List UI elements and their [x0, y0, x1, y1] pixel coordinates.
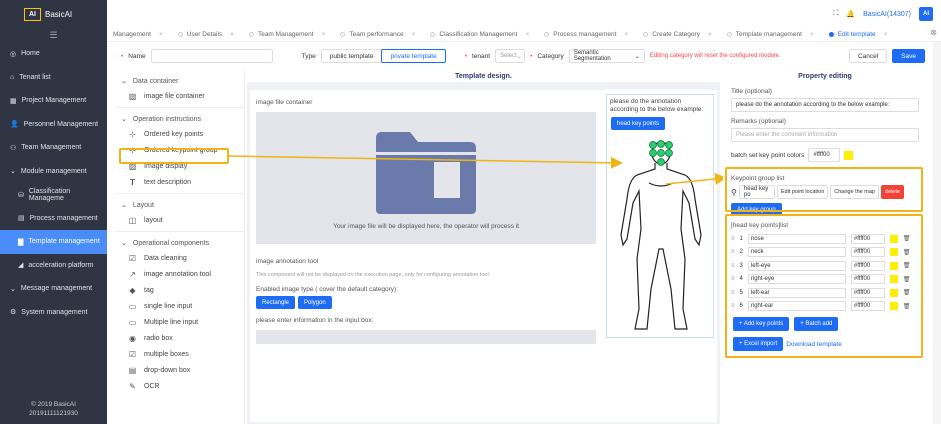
arrow-to-props [665, 172, 727, 185]
props-title: Property editing [723, 70, 927, 82]
page-scrollbar[interactable] [933, 42, 941, 424]
close-tabs-icon[interactable]: ⊗ [930, 28, 937, 37]
highlight-keypoint-group-list [725, 167, 923, 212]
title-input[interactable]: please do the annotation according to th… [731, 98, 919, 112]
title-field-label: Title (optional) [731, 88, 772, 95]
batch-color-label: batch set key point colors [731, 151, 805, 159]
batch-color-input[interactable]: #ffff00 [808, 148, 841, 162]
highlight-keypoint-list [725, 214, 923, 358]
remarks-field-label: Remarks (optional) [731, 118, 786, 125]
remarks-input[interactable]: Please enter the comment information [731, 128, 919, 142]
batch-color-swatch[interactable] [844, 150, 854, 160]
arrow-to-preview [228, 155, 623, 169]
